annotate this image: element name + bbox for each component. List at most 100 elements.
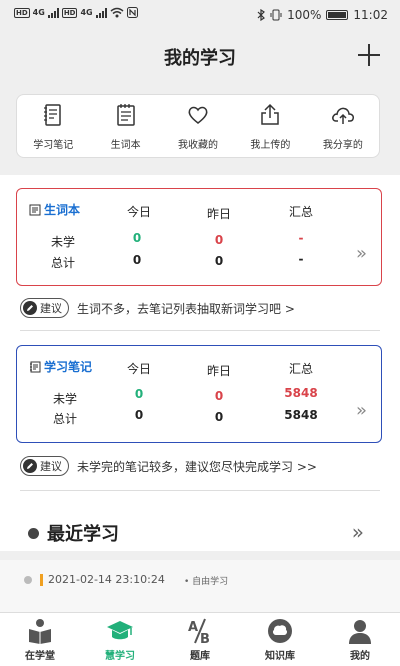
nav-item-school[interactable]: 在学堂 [0, 613, 80, 666]
vocabulary-icon [29, 204, 41, 215]
graduation-cap-icon [107, 621, 133, 640]
divider [20, 490, 380, 491]
wifi-icon [110, 7, 124, 18]
col-total: 汇总 [288, 362, 313, 376]
hd-label-2: HD [61, 7, 78, 18]
vocab-suggestion[interactable]: 建议 生词不多，去笔记列表抽取新词学习吧 > [20, 298, 295, 318]
ab-icon: AB [188, 618, 210, 645]
vocab-yesterday-unlearned: 0 [214, 233, 224, 247]
vocab-card-title: 生词本 [44, 203, 81, 217]
heart-icon [188, 106, 208, 124]
quick-label: 我上传的 [250, 140, 291, 151]
suggestion-badge: 建议 [20, 456, 69, 476]
suggestion-text: 生词不多，去笔记列表抽取新词学习吧 > [77, 301, 295, 316]
clock-icon [28, 527, 39, 539]
quick-label: 学习笔记 [33, 140, 74, 151]
history-time: 2021-02-14 23:10:24 [48, 573, 165, 586]
svg-text:A: A [188, 620, 198, 635]
nav-item-questions[interactable]: AB 题库 [160, 613, 240, 666]
notebook-icon [44, 104, 61, 126]
col-today: 今日 [126, 362, 151, 376]
quick-item-shared[interactable]: 我分享的 [307, 95, 379, 157]
nav-item-knowledge[interactable]: 知识库 [240, 613, 320, 666]
svg-text:B: B [200, 632, 210, 645]
vocab-card[interactable]: 生词本 今日 昨日 汇总 未学 0 0 - 总计 0 0 - » [16, 188, 382, 286]
quick-label: 我分享的 [322, 140, 363, 151]
vocab-yesterday-total: 0 [214, 254, 224, 268]
nfc-icon [126, 7, 138, 18]
col-today: 今日 [126, 205, 151, 219]
quick-actions: 学习笔记 生词本 我收藏的 我上传的 我分享的 [16, 94, 380, 158]
reader-icon [29, 619, 51, 644]
nav-item-me[interactable]: 我的 [320, 613, 400, 666]
vocab-today-unlearned: 0 [132, 231, 142, 245]
nav-label: 在学堂 [25, 651, 55, 662]
nav-label: 慧学习 [105, 651, 135, 662]
row-label-total: 总计 [51, 256, 76, 270]
suggestion-badge: 建议 [20, 298, 69, 318]
battery-icon [326, 10, 349, 20]
col-total: 汇总 [288, 205, 313, 219]
quick-item-favorites[interactable]: 我收藏的 [162, 95, 234, 157]
history-tag-wrap: • 自由学习 [184, 577, 229, 587]
notes-total-total: 5848 [284, 408, 318, 422]
nav-label: 我的 [350, 651, 370, 662]
badge-label: 建议 [40, 460, 62, 473]
row-label-unlearned: 未学 [53, 392, 78, 406]
notes-today-total: 0 [134, 408, 144, 422]
quick-item-vocab[interactable]: 生词本 [89, 95, 161, 157]
bluetooth-icon [257, 9, 266, 21]
brain-icon [268, 619, 292, 643]
badge-label: 建议 [40, 302, 62, 315]
double-chevron-right-icon[interactable]: » [356, 243, 367, 264]
recent-section-header: 最近学习 [28, 520, 119, 546]
upload-icon [261, 103, 280, 125]
bottom-nav: 在学堂 慧学习 AB 题库 知识库 我的 [0, 612, 400, 666]
double-chevron-right-icon[interactable]: » [356, 400, 367, 421]
quick-label: 我收藏的 [178, 140, 219, 151]
notes-yesterday-total: 0 [214, 410, 224, 424]
clock: 11:02 [353, 8, 388, 22]
notes-card-title: 学习笔记 [44, 360, 93, 374]
pencil-icon [23, 301, 37, 315]
nav-label: 题库 [190, 651, 210, 662]
quick-item-uploads[interactable]: 我上传的 [234, 95, 306, 157]
notes-card[interactable]: 学习笔记 今日 昨日 汇总 未学 0 0 5848 总计 0 0 5848 » [16, 345, 382, 443]
timeline-dot [24, 576, 32, 584]
person-icon [349, 620, 371, 644]
nav-item-learning[interactable]: 慧学习 [80, 613, 160, 666]
vibrate-icon [270, 9, 282, 21]
notebook-icon [30, 361, 41, 372]
status-bar: HD 4G HD 4G 100% 11:02 [0, 0, 400, 32]
vocab-total-total: - [298, 252, 304, 266]
quick-label: 生词本 [110, 140, 141, 151]
recent-title: 最近学习 [47, 524, 119, 545]
cloud-share-icon [331, 107, 354, 124]
quick-item-notes[interactable]: 学习笔记 [17, 95, 89, 157]
hd-label-1: HD [14, 7, 30, 18]
notes-card-title-wrap: 学习笔记 [29, 358, 92, 375]
pencil-icon [23, 459, 37, 473]
vocab-card-title-wrap: 生词本 [29, 201, 80, 218]
vocabulary-icon [116, 104, 135, 126]
timeline-marker [40, 574, 43, 586]
app-header: 我的学习 [0, 32, 400, 78]
double-chevron-right-icon[interactable]: » [352, 520, 364, 544]
divider [20, 330, 380, 331]
suggestion-text: 未学完的笔记较多，建议您尽快完成学习 >> [77, 459, 317, 474]
notes-suggestion[interactable]: 建议 未学完的笔记较多，建议您尽快完成学习 >> [20, 456, 317, 476]
history-tag: 自由学习 [192, 577, 229, 587]
row-label-unlearned: 未学 [51, 235, 76, 249]
history-item[interactable]: 2021-02-14 23:10:24 • 自由学习 [0, 560, 400, 612]
notes-total-unlearned: 5848 [284, 386, 318, 400]
notes-today-unlearned: 0 [134, 387, 144, 401]
page-title: 我的学习 [164, 48, 236, 69]
vocab-total-unlearned: - [298, 231, 304, 245]
plus-icon[interactable] [358, 44, 380, 66]
signal-icon [47, 7, 59, 18]
col-yesterday: 昨日 [206, 364, 231, 378]
row-label-total: 总计 [53, 412, 78, 426]
network-4g-2: 4G [80, 8, 93, 17]
battery-percent: 100% [287, 8, 322, 22]
notes-yesterday-unlearned: 0 [214, 389, 224, 403]
